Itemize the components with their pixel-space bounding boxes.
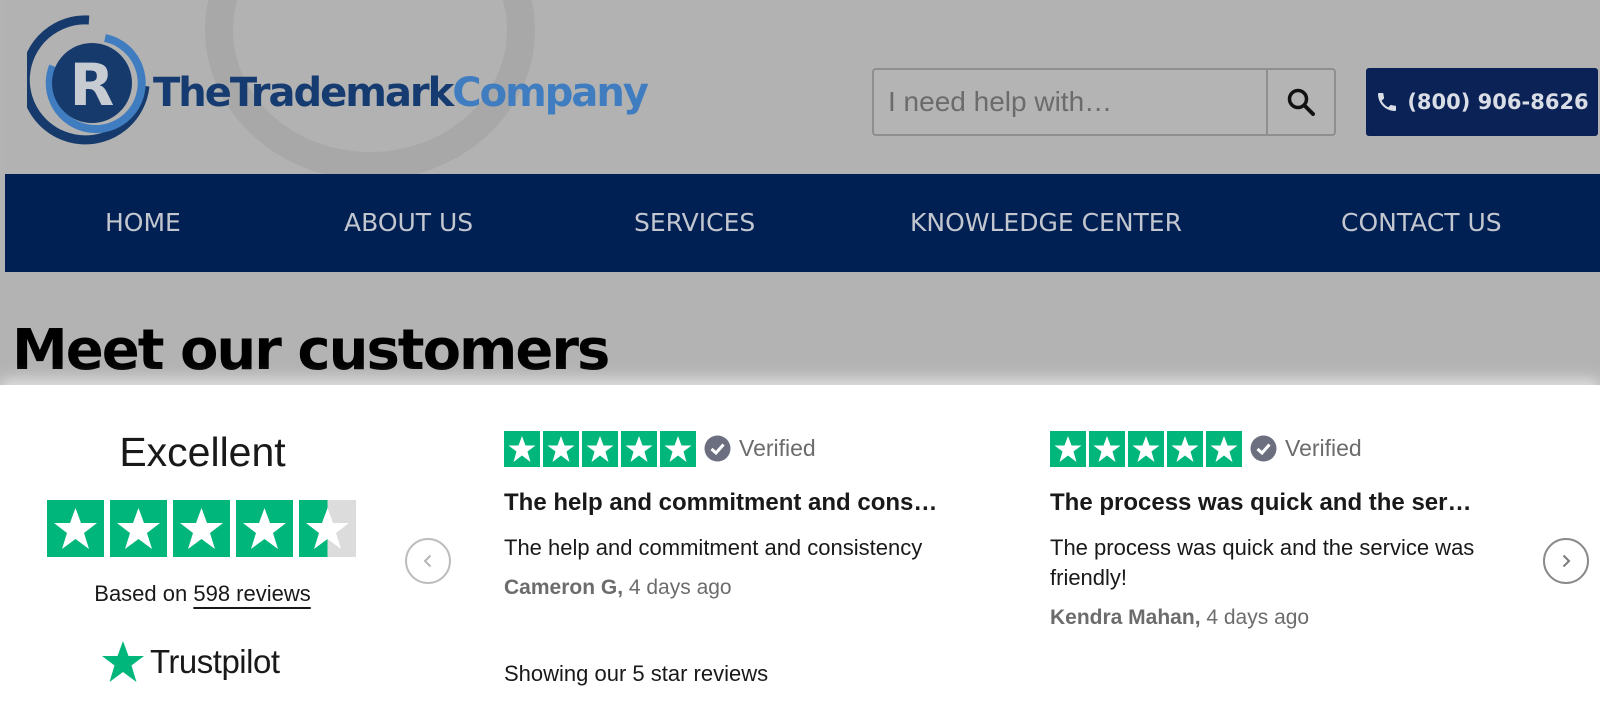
phone-icon <box>1378 93 1397 111</box>
review-author: Cameron G, <box>504 576 624 599</box>
review-stars <box>504 431 696 467</box>
phone-button[interactable]: (800) 906-8626 <box>1366 68 1598 136</box>
r-logo-icon: R <box>27 15 150 145</box>
rating-summary: Excellent Based on 598 reviews Trustpilo… <box>30 385 375 707</box>
star-icon <box>110 500 167 557</box>
star-icon <box>1206 431 1242 467</box>
check-circle-icon <box>1250 435 1277 462</box>
summary-stars <box>47 500 356 557</box>
verified-badge: Verified <box>704 435 816 462</box>
review-meta: Kendra Mahan, 4 days ago <box>1050 606 1309 630</box>
review-body: The help and commitment and consistency <box>504 535 923 560</box>
check-circle-icon <box>704 435 731 462</box>
trustpilot-wordmark: Trustpilot <box>150 643 280 680</box>
star-icon <box>582 431 618 467</box>
verified-badge: Verified <box>1250 435 1362 462</box>
review-date: 4 days ago <box>623 576 732 599</box>
search-input[interactable] <box>874 70 1269 134</box>
review-author: Kendra Mahan, <box>1050 606 1201 629</box>
nav-home[interactable]: HOME <box>105 174 181 272</box>
based-on-text: Based on 598 reviews <box>94 581 311 606</box>
star-icon <box>236 500 293 557</box>
carousel-next-button[interactable] <box>1543 538 1589 584</box>
search-icon <box>1287 88 1315 116</box>
review-stars <box>1050 431 1242 467</box>
nav-about-us[interactable]: ABOUT US <box>344 174 473 272</box>
reviews-count-link[interactable]: 598 reviews <box>193 581 310 606</box>
trustpilot-star-icon <box>102 641 144 682</box>
review-title: The help and commitment and cons… <box>504 489 938 516</box>
svg-text:R: R <box>70 51 115 119</box>
star-icon <box>504 431 540 467</box>
review-title: The process was quick and the ser… <box>1050 489 1472 516</box>
star-icon <box>1089 431 1125 467</box>
star-icon <box>1128 431 1164 467</box>
chevron-left-icon <box>423 554 432 568</box>
company-logo[interactable]: R TheTrademarkCompany <box>27 8 649 158</box>
star-icon <box>621 431 657 467</box>
chevron-right-icon <box>1562 554 1571 568</box>
star-icon <box>543 431 579 467</box>
star-icon <box>47 500 104 557</box>
half-star-icon <box>299 500 356 557</box>
rating-text: Excellent <box>119 429 286 475</box>
phone-number: (800) 906-8626 <box>1407 90 1589 114</box>
review-card[interactable]: Verified The process was quick and the s… <box>1050 385 1540 707</box>
star-icon <box>1050 431 1086 467</box>
review-meta: Cameron G, 4 days ago <box>504 576 732 600</box>
main-nav: HOME ABOUT US SERVICES KNOWLEDGE CENTER … <box>5 174 1600 272</box>
star-icon <box>173 500 230 557</box>
nav-contact-us[interactable]: CONTACT US <box>1341 174 1502 272</box>
review-date: 4 days ago <box>1200 606 1310 629</box>
showing-note: Showing our 5 star reviews <box>504 661 769 686</box>
star-icon <box>660 431 696 467</box>
nav-knowledge-center[interactable]: KNOWLEDGE CENTER <box>910 174 1182 272</box>
trustpilot-widget: Excellent Based on 598 reviews Trustpilo… <box>0 385 1600 707</box>
site-header: R TheTrademarkCompany (800) 906-8626 <box>5 0 1600 174</box>
review-card[interactable]: Verified The help and commitment and con… <box>504 385 994 707</box>
page-title: Meet our customers <box>12 318 610 383</box>
search-button[interactable] <box>1266 70 1334 134</box>
trustpilot-logo[interactable]: Trustpilot <box>100 639 280 685</box>
logo-wordmark: TheTrademarkCompany <box>153 70 649 116</box>
carousel-prev-button[interactable] <box>405 538 451 584</box>
search-box <box>872 68 1336 136</box>
star-icon <box>1167 431 1203 467</box>
review-body: The process was quick and the service wa… <box>1050 535 1475 590</box>
nav-services[interactable]: SERVICES <box>634 174 755 272</box>
